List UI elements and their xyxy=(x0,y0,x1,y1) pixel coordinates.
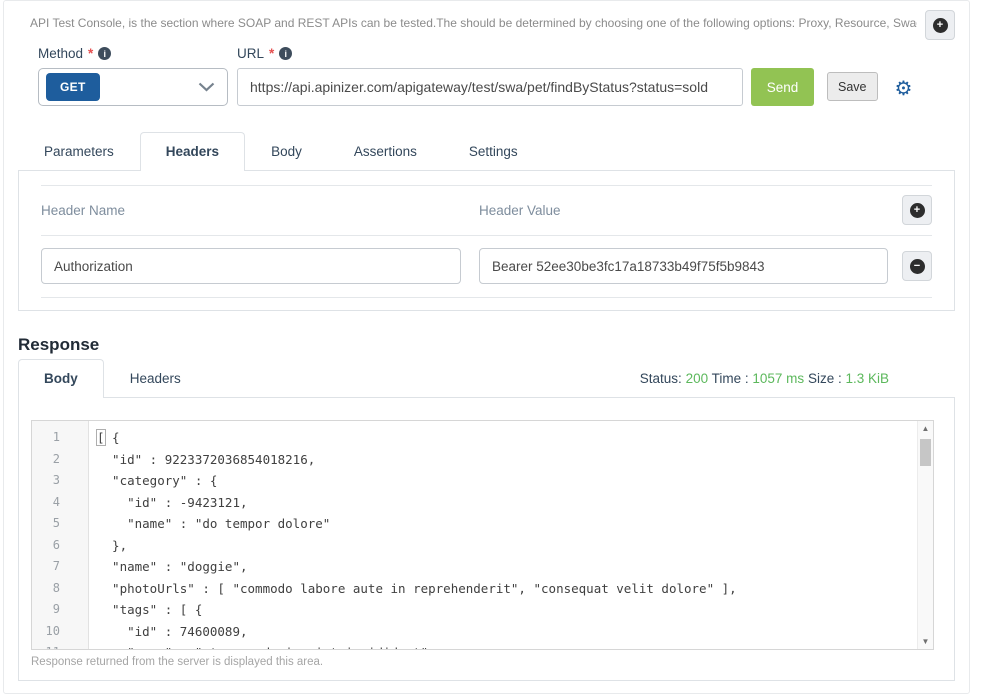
minus-circle-icon: − xyxy=(910,259,925,274)
code-line: }, xyxy=(97,535,933,557)
code-line: "photoUrls" : [ "commodo labore aute in … xyxy=(97,578,933,600)
method-value-badge: GET xyxy=(46,73,100,101)
remove-header-button[interactable]: − xyxy=(902,251,932,281)
time-value: 1057 ms xyxy=(752,371,804,386)
size-label: Size : xyxy=(808,371,842,386)
line-number-gutter: 1 2 3 4 5 6 7 8 9 10 11 xyxy=(32,421,89,649)
code-line: "category" : { xyxy=(97,470,933,492)
scrollbar-up-icon[interactable]: ▲ xyxy=(918,421,933,436)
header-value-column-label: Header Value xyxy=(479,203,902,218)
header-name-column-label: Header Name xyxy=(41,203,479,218)
code-line: "id" : 74600089, xyxy=(97,621,933,643)
size-value: 1.3 KiB xyxy=(845,371,889,386)
tab-response-body[interactable]: Body xyxy=(18,359,104,398)
tab-parameters[interactable]: Parameters xyxy=(18,132,140,170)
url-field: URL * i xyxy=(237,46,743,106)
tab-settings[interactable]: Settings xyxy=(443,132,544,170)
headers-panel: Header Name Header Value + − xyxy=(18,170,955,311)
request-tabs: Parameters Headers Body Assertions Setti… xyxy=(18,132,955,170)
url-input[interactable] xyxy=(237,68,743,106)
api-test-console: API Test Console, is the section where S… xyxy=(3,0,970,694)
response-title: Response xyxy=(18,335,955,355)
required-asterisk: * xyxy=(269,46,274,61)
response-body-editor[interactable]: 1 2 3 4 5 6 7 8 9 10 11 [ { "id" : 92233… xyxy=(31,420,934,650)
code-line: "name" : "ut commodo in sint incididunt" xyxy=(97,642,933,649)
code-line: "id" : -9423121, xyxy=(97,492,933,514)
console-header-row: API Test Console, is the section where S… xyxy=(18,9,955,40)
code-line: "id" : 9223372036854018216, xyxy=(97,449,933,471)
plus-circle-icon: + xyxy=(933,18,948,33)
scrollbar-down-icon[interactable]: ▼ xyxy=(918,634,933,649)
headers-table: Header Name Header Value + − xyxy=(41,185,932,298)
plus-circle-icon: + xyxy=(910,203,925,218)
add-request-button[interactable]: + xyxy=(925,10,955,40)
tab-headers[interactable]: Headers xyxy=(140,132,245,171)
code-line: "name" : "do tempor dolore" xyxy=(97,513,933,535)
save-button[interactable]: Save xyxy=(827,72,878,101)
method-field: Method * i GET xyxy=(38,46,228,106)
header-value-input[interactable] xyxy=(479,248,888,284)
header-name-input[interactable] xyxy=(41,248,461,284)
required-asterisk: * xyxy=(88,46,93,61)
status-value: 200 xyxy=(686,371,709,386)
tab-body[interactable]: Body xyxy=(245,132,328,170)
response-tabs: Body Headers xyxy=(18,359,207,397)
send-button[interactable]: Send xyxy=(751,68,814,106)
code-line: "name" : "doggie", xyxy=(97,556,933,578)
response-footer-note: Response returned from the server is dis… xyxy=(31,656,934,668)
tab-assertions[interactable]: Assertions xyxy=(328,132,443,170)
headers-table-head: Header Name Header Value + xyxy=(41,185,932,236)
add-header-button[interactable]: + xyxy=(902,195,932,225)
response-tabs-row: Body Headers Status: 200 Time : 1057 ms … xyxy=(18,359,955,397)
code-line: [ { xyxy=(97,427,933,449)
response-json-code: [ { "id" : 9223372036854018216, "categor… xyxy=(89,421,933,649)
url-label: URL * i xyxy=(237,46,743,61)
method-label: Method * i xyxy=(38,46,228,61)
tab-response-headers[interactable]: Headers xyxy=(104,359,207,397)
response-status-line: Status: 200 Time : 1057 ms Size : 1.3 Ki… xyxy=(640,371,889,386)
method-select[interactable]: GET xyxy=(38,68,228,106)
method-info-icon[interactable]: i xyxy=(98,47,111,60)
request-form-row: Method * i GET URL * i Send Save ⚙ xyxy=(38,46,955,106)
matched-bracket: [ xyxy=(97,430,105,445)
scrollbar-thumb[interactable] xyxy=(920,439,931,466)
console-description: API Test Console, is the section where S… xyxy=(30,16,917,30)
status-label: Status: xyxy=(640,371,682,386)
url-info-icon[interactable]: i xyxy=(279,47,292,60)
header-row: − xyxy=(41,236,932,298)
response-panel: 1 2 3 4 5 6 7 8 9 10 11 [ { "id" : 92233… xyxy=(18,397,955,681)
time-label: Time : xyxy=(712,371,749,386)
code-line: "tags" : [ { xyxy=(97,599,933,621)
settings-gear-icon[interactable]: ⚙ xyxy=(895,79,913,99)
editor-scrollbar[interactable]: ▲ ▼ xyxy=(917,421,933,649)
chevron-down-icon xyxy=(198,82,215,92)
